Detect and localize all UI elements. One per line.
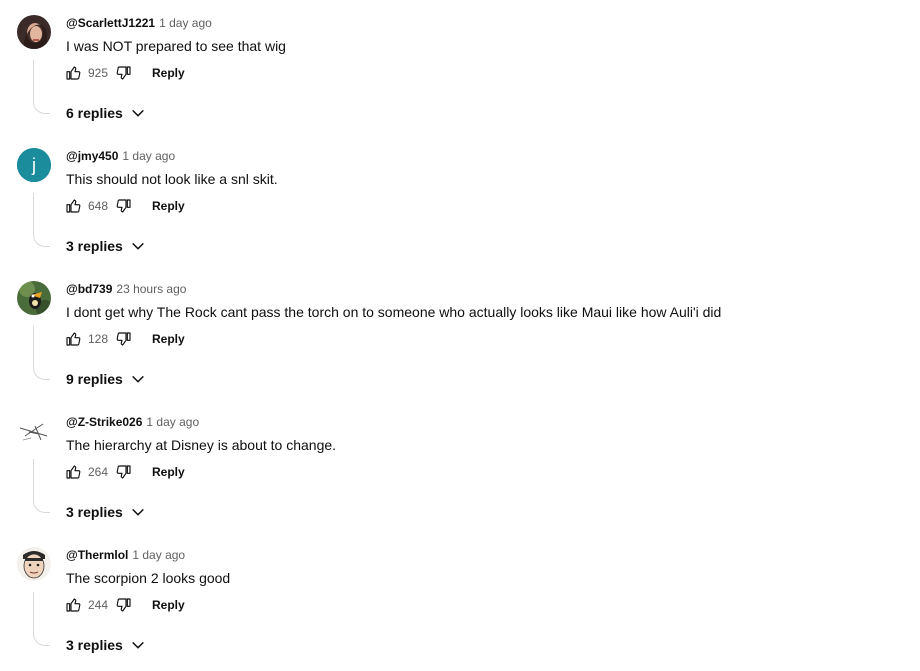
replies-count-label: 6 replies — [66, 105, 123, 121]
thumbs-down-icon — [116, 199, 131, 213]
comment-author[interactable]: @Z-Strike026 — [66, 415, 142, 429]
avatar[interactable]: j — [17, 148, 51, 182]
comment-text: The scorpion 2 looks good — [66, 570, 231, 586]
like-button[interactable] — [65, 597, 81, 613]
comment-header: @ScarlettJ1221 1 day ago — [66, 16, 212, 30]
avatar[interactable] — [17, 414, 51, 448]
avatar[interactable] — [17, 281, 51, 315]
like-count: 648 — [88, 199, 109, 213]
dislike-button[interactable] — [116, 65, 132, 81]
avatar-letter: j — [31, 155, 36, 175]
comment-header: @bd739 23 hours ago — [66, 282, 186, 296]
replies-count-label: 3 replies — [66, 637, 123, 653]
chevron-down-icon — [131, 375, 144, 383]
thumbs-up-icon — [66, 465, 81, 479]
view-replies-button[interactable]: 9 replies — [66, 371, 146, 387]
comment-author[interactable]: @bd739 — [66, 282, 112, 296]
replies-count-label: 3 replies — [66, 238, 123, 254]
dislike-button[interactable] — [116, 597, 132, 613]
comment: @bd739 23 hours ago I dont get why The Ro… — [0, 266, 920, 399]
like-count: 264 — [88, 465, 109, 479]
chevron-down-icon — [131, 641, 144, 649]
view-replies-button[interactable]: 3 replies — [66, 504, 146, 520]
view-replies-button[interactable]: 3 replies — [66, 637, 146, 653]
comment-time[interactable]: 1 day ago — [132, 548, 185, 562]
view-replies-button[interactable]: 3 replies — [66, 238, 146, 254]
like-button[interactable] — [65, 198, 81, 214]
reply-button[interactable]: Reply — [152, 465, 185, 479]
like-count: 128 — [88, 332, 109, 346]
chevron-down-icon — [131, 508, 144, 516]
thread-line — [33, 459, 50, 513]
comment-author[interactable]: @jmy450 — [66, 149, 118, 163]
thumbs-down-icon — [116, 332, 131, 346]
user-photo-avatar-icon — [17, 15, 51, 49]
comment-text: This should not look like a snl skit. — [66, 171, 278, 187]
thread-line — [33, 326, 50, 380]
thumbs-up-icon — [66, 66, 81, 80]
comment-time[interactable]: 23 hours ago — [116, 282, 186, 296]
replies-count-label: 9 replies — [66, 371, 123, 387]
comment-time[interactable]: 1 day ago — [146, 415, 199, 429]
like-button[interactable] — [65, 331, 81, 347]
comment-header: @Z-Strike026 1 day ago — [66, 415, 199, 429]
comment-actions: 244 Reply — [65, 596, 185, 614]
like-button[interactable] — [65, 464, 81, 480]
comment-time[interactable]: 1 day ago — [159, 16, 212, 30]
thread-line — [33, 193, 50, 247]
comment-actions: 264 Reply — [65, 463, 185, 481]
avatar[interactable] — [17, 15, 51, 49]
toucan-avatar-icon — [17, 281, 51, 315]
dislike-button[interactable] — [116, 331, 132, 347]
like-button[interactable] — [65, 65, 81, 81]
chevron-down-icon — [131, 109, 144, 117]
like-count: 925 — [88, 66, 109, 80]
comment-text: I was NOT prepared to see that wig — [66, 38, 286, 54]
reply-button[interactable]: Reply — [152, 598, 185, 612]
comment-actions: 648 Reply — [65, 197, 185, 215]
thumbs-up-icon — [66, 199, 81, 213]
comment: @ScarlettJ1221 1 day ago I was NOT prepar… — [0, 0, 920, 133]
sketch-avatar-icon — [17, 414, 51, 448]
comment-header: @Thermlol 1 day ago — [66, 548, 185, 562]
cartoon-face-avatar-icon — [17, 547, 51, 581]
comment: @Z-Strike026 1 day ago The hierarchy at D… — [0, 399, 920, 532]
comment-header: @jmy450 1 day ago — [66, 149, 175, 163]
letter-avatar-icon: j — [17, 148, 51, 182]
comment-time[interactable]: 1 day ago — [122, 149, 175, 163]
comment-actions: 925 Reply — [65, 64, 185, 82]
thread-line — [33, 60, 50, 114]
comment-actions: 128 Reply — [65, 330, 185, 348]
thumbs-down-icon — [116, 598, 131, 612]
comment-author[interactable]: @Thermlol — [66, 548, 128, 562]
reply-button[interactable]: Reply — [152, 199, 185, 213]
chevron-down-icon — [131, 242, 144, 250]
comment-text: The hierarchy at Disney is about to chan… — [66, 437, 337, 453]
like-count: 244 — [88, 598, 109, 612]
dislike-button[interactable] — [116, 464, 132, 480]
comment-author[interactable]: @ScarlettJ1221 — [66, 16, 155, 30]
thumbs-up-icon — [66, 598, 81, 612]
thumbs-down-icon — [116, 465, 131, 479]
thumbs-down-icon — [116, 66, 131, 80]
comment: @Thermlol 1 day ago The scorpion 2 looks … — [0, 532, 920, 665]
reply-button[interactable]: Reply — [152, 332, 185, 346]
thumbs-up-icon — [66, 332, 81, 346]
avatar[interactable] — [17, 547, 51, 581]
thread-line — [33, 592, 50, 646]
comment: j @jmy450 1 day ago This should not look … — [0, 133, 920, 266]
dislike-button[interactable] — [116, 198, 132, 214]
reply-button[interactable]: Reply — [152, 66, 185, 80]
replies-count-label: 3 replies — [66, 504, 123, 520]
view-replies-button[interactable]: 6 replies — [66, 105, 146, 121]
comment-text: I dont get why The Rock cant pass the to… — [66, 304, 722, 320]
